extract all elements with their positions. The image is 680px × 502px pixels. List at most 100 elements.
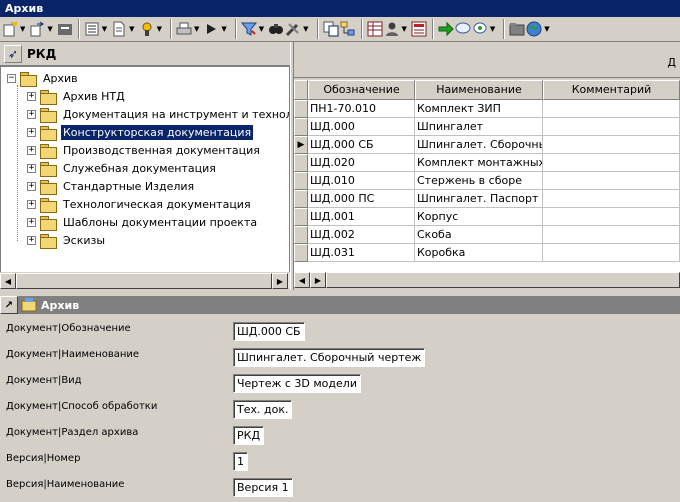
scrollbar-thumb[interactable] — [326, 272, 680, 288]
scrollbar-thumb[interactable] — [16, 273, 272, 289]
expand-icon[interactable]: + — [27, 91, 36, 101]
chevron-down-icon[interactable]: ▼ — [129, 25, 134, 33]
collapse-icon[interactable]: − — [7, 73, 16, 83]
tree-root[interactable]: − Архив — [7, 69, 80, 87]
expand-icon[interactable]: + — [27, 217, 36, 227]
expand-icon[interactable]: + — [27, 199, 36, 209]
expand-icon[interactable]: + — [27, 163, 36, 173]
table-row[interactable]: ШД.010 Стержень в сборе — [294, 172, 680, 190]
table-button[interactable] — [367, 18, 383, 40]
expand-icon[interactable]: + — [27, 145, 36, 155]
cell-comment[interactable] — [543, 208, 680, 226]
field-value-archive-section[interactable]: РКД — [233, 426, 265, 445]
cell-name[interactable]: Комплект монтажных частей — [415, 154, 543, 172]
archive-button[interactable] — [57, 18, 73, 40]
table-row[interactable]: ШД.000 ПС Шпингалет. Паспорт — [294, 190, 680, 208]
scroll-left-icon[interactable]: ◀ — [294, 272, 310, 288]
table-row-current[interactable]: ▶ ШД.000 СБ Шпингалет. Сборочный чертеж — [294, 136, 680, 154]
tree-horizontal-scrollbar[interactable]: ◀ ▶ — [0, 272, 290, 289]
globe-button[interactable]: ▼ — [526, 18, 552, 40]
chevron-down-icon[interactable]: ▼ — [47, 25, 52, 33]
chat-button[interactable] — [455, 18, 471, 40]
cell-name[interactable]: Корпус — [415, 208, 543, 226]
cell-code[interactable]: ШД.001 — [308, 208, 415, 226]
cell-code[interactable]: ШД.000 ПС — [308, 190, 415, 208]
column-header-code[interactable]: Обозначение — [308, 80, 415, 100]
folder-button[interactable] — [509, 18, 525, 40]
cell-code[interactable]: ШД.000 СБ — [308, 136, 415, 154]
table-row[interactable]: ШД.000 Шпингалет — [294, 118, 680, 136]
chevron-down-icon[interactable]: ▼ — [544, 25, 549, 33]
chevron-down-icon[interactable]: ▼ — [303, 25, 308, 33]
expand-icon[interactable]: + — [27, 235, 36, 245]
cell-comment[interactable] — [543, 154, 680, 172]
cell-name[interactable]: Коробка — [415, 244, 543, 262]
user-button[interactable]: ▼ — [384, 18, 410, 40]
table-row[interactable]: ПН1-70.010 Комплект ЗИП — [294, 100, 680, 118]
chevron-down-icon[interactable]: ▼ — [102, 25, 107, 33]
cell-code[interactable]: ШД.020 — [308, 154, 415, 172]
cell-name[interactable]: Шпингалет — [415, 118, 543, 136]
field-value-version-number[interactable]: 1 — [233, 452, 248, 471]
cell-name[interactable]: Стержень в сборе — [415, 172, 543, 190]
cell-name[interactable]: Скоба — [415, 226, 543, 244]
documents-grid[interactable]: Обозначение Наименование Комментарий ПН1… — [294, 80, 680, 272]
chevron-down-icon[interactable]: ▼ — [20, 25, 25, 33]
print-button[interactable]: ▼ — [176, 18, 202, 40]
archive-tree[interactable]: − Архив + Архив НТД + Документация на ин… — [0, 66, 290, 288]
table-row[interactable]: ШД.020 Комплект монтажных частей — [294, 154, 680, 172]
table-row[interactable]: ШД.001 Корпус — [294, 208, 680, 226]
cell-name[interactable]: Шпингалет. Сборочный чертеж — [415, 136, 543, 154]
report-button[interactable] — [411, 18, 427, 40]
tree-item[interactable]: + Эскизы — [27, 231, 107, 249]
tree-item[interactable]: + Стандартные Изделия — [27, 177, 196, 195]
tree-item[interactable]: + Технологическая документация — [27, 195, 253, 213]
tree-button[interactable] — [340, 18, 356, 40]
column-header-comment[interactable]: Комментарий — [543, 80, 680, 100]
field-value-name[interactable]: Шпингалет. Сборочный чертеж — [233, 348, 426, 367]
cell-comment[interactable] — [543, 118, 680, 136]
pin-toggle-icon[interactable]: ↗ — [0, 296, 18, 314]
filter-button[interactable]: ▼ — [240, 18, 267, 40]
chevron-down-icon[interactable]: ▼ — [259, 25, 264, 33]
lock-button[interactable]: ▼ — [139, 18, 165, 40]
tree-item-selected[interactable]: + Конструкторская документация — [27, 123, 254, 141]
chevron-down-icon[interactable]: ▼ — [402, 25, 407, 33]
field-value-version-name[interactable]: Версия 1 — [233, 478, 293, 497]
cell-code[interactable]: ПН1-70.010 — [308, 100, 415, 118]
tree-item[interactable]: + Шаблоны документации проекта — [27, 213, 259, 231]
pin-button[interactable]: ➶ — [4, 44, 22, 63]
refresh-button[interactable]: ▼ — [472, 18, 498, 40]
cell-comment[interactable] — [543, 244, 680, 262]
cell-code[interactable]: ШД.031 — [308, 244, 415, 262]
copy-button[interactable] — [323, 18, 339, 40]
field-value-designation[interactable]: ШД.000 СБ — [233, 322, 305, 341]
tree-item[interactable]: + Служебная документация — [27, 159, 218, 177]
chevron-down-icon[interactable]: ▼ — [194, 25, 199, 33]
column-header-name[interactable]: Наименование — [415, 80, 543, 100]
cell-code[interactable]: ШД.000 — [308, 118, 415, 136]
field-value-processing[interactable]: Тех. док. — [233, 400, 293, 419]
cell-code[interactable]: ШД.002 — [308, 226, 415, 244]
tree-item[interactable]: + Архив НТД — [27, 87, 127, 105]
cell-comment[interactable] — [543, 172, 680, 190]
forward-button[interactable] — [438, 18, 454, 40]
table-row[interactable]: ШД.031 Коробка — [294, 244, 680, 262]
cell-comment[interactable] — [543, 190, 680, 208]
cell-name[interactable]: Комплект ЗИП — [415, 100, 543, 118]
run-button[interactable]: ▼ — [203, 18, 229, 40]
expand-icon[interactable]: + — [27, 109, 36, 119]
grid-horizontal-scrollbar[interactable]: ◀ ▶ — [294, 272, 680, 288]
table-row[interactable]: ШД.002 Скоба — [294, 226, 680, 244]
expand-icon[interactable]: + — [27, 127, 36, 137]
field-value-type[interactable]: Чертеж с 3D модели — [233, 374, 361, 393]
document-button[interactable]: ▼ — [111, 18, 137, 40]
scroll-left-icon[interactable]: ◀ — [0, 273, 16, 289]
transfer-button[interactable]: ▼ — [29, 18, 55, 40]
tree-item[interactable]: + Документация на инструмент и технологи… — [27, 105, 289, 123]
cell-comment[interactable] — [543, 136, 680, 154]
scroll-right-icon[interactable]: ▶ — [310, 272, 326, 288]
chevron-down-icon[interactable]: ▼ — [490, 25, 495, 33]
find-button[interactable] — [268, 18, 284, 40]
chevron-down-icon[interactable]: ▼ — [221, 25, 226, 33]
